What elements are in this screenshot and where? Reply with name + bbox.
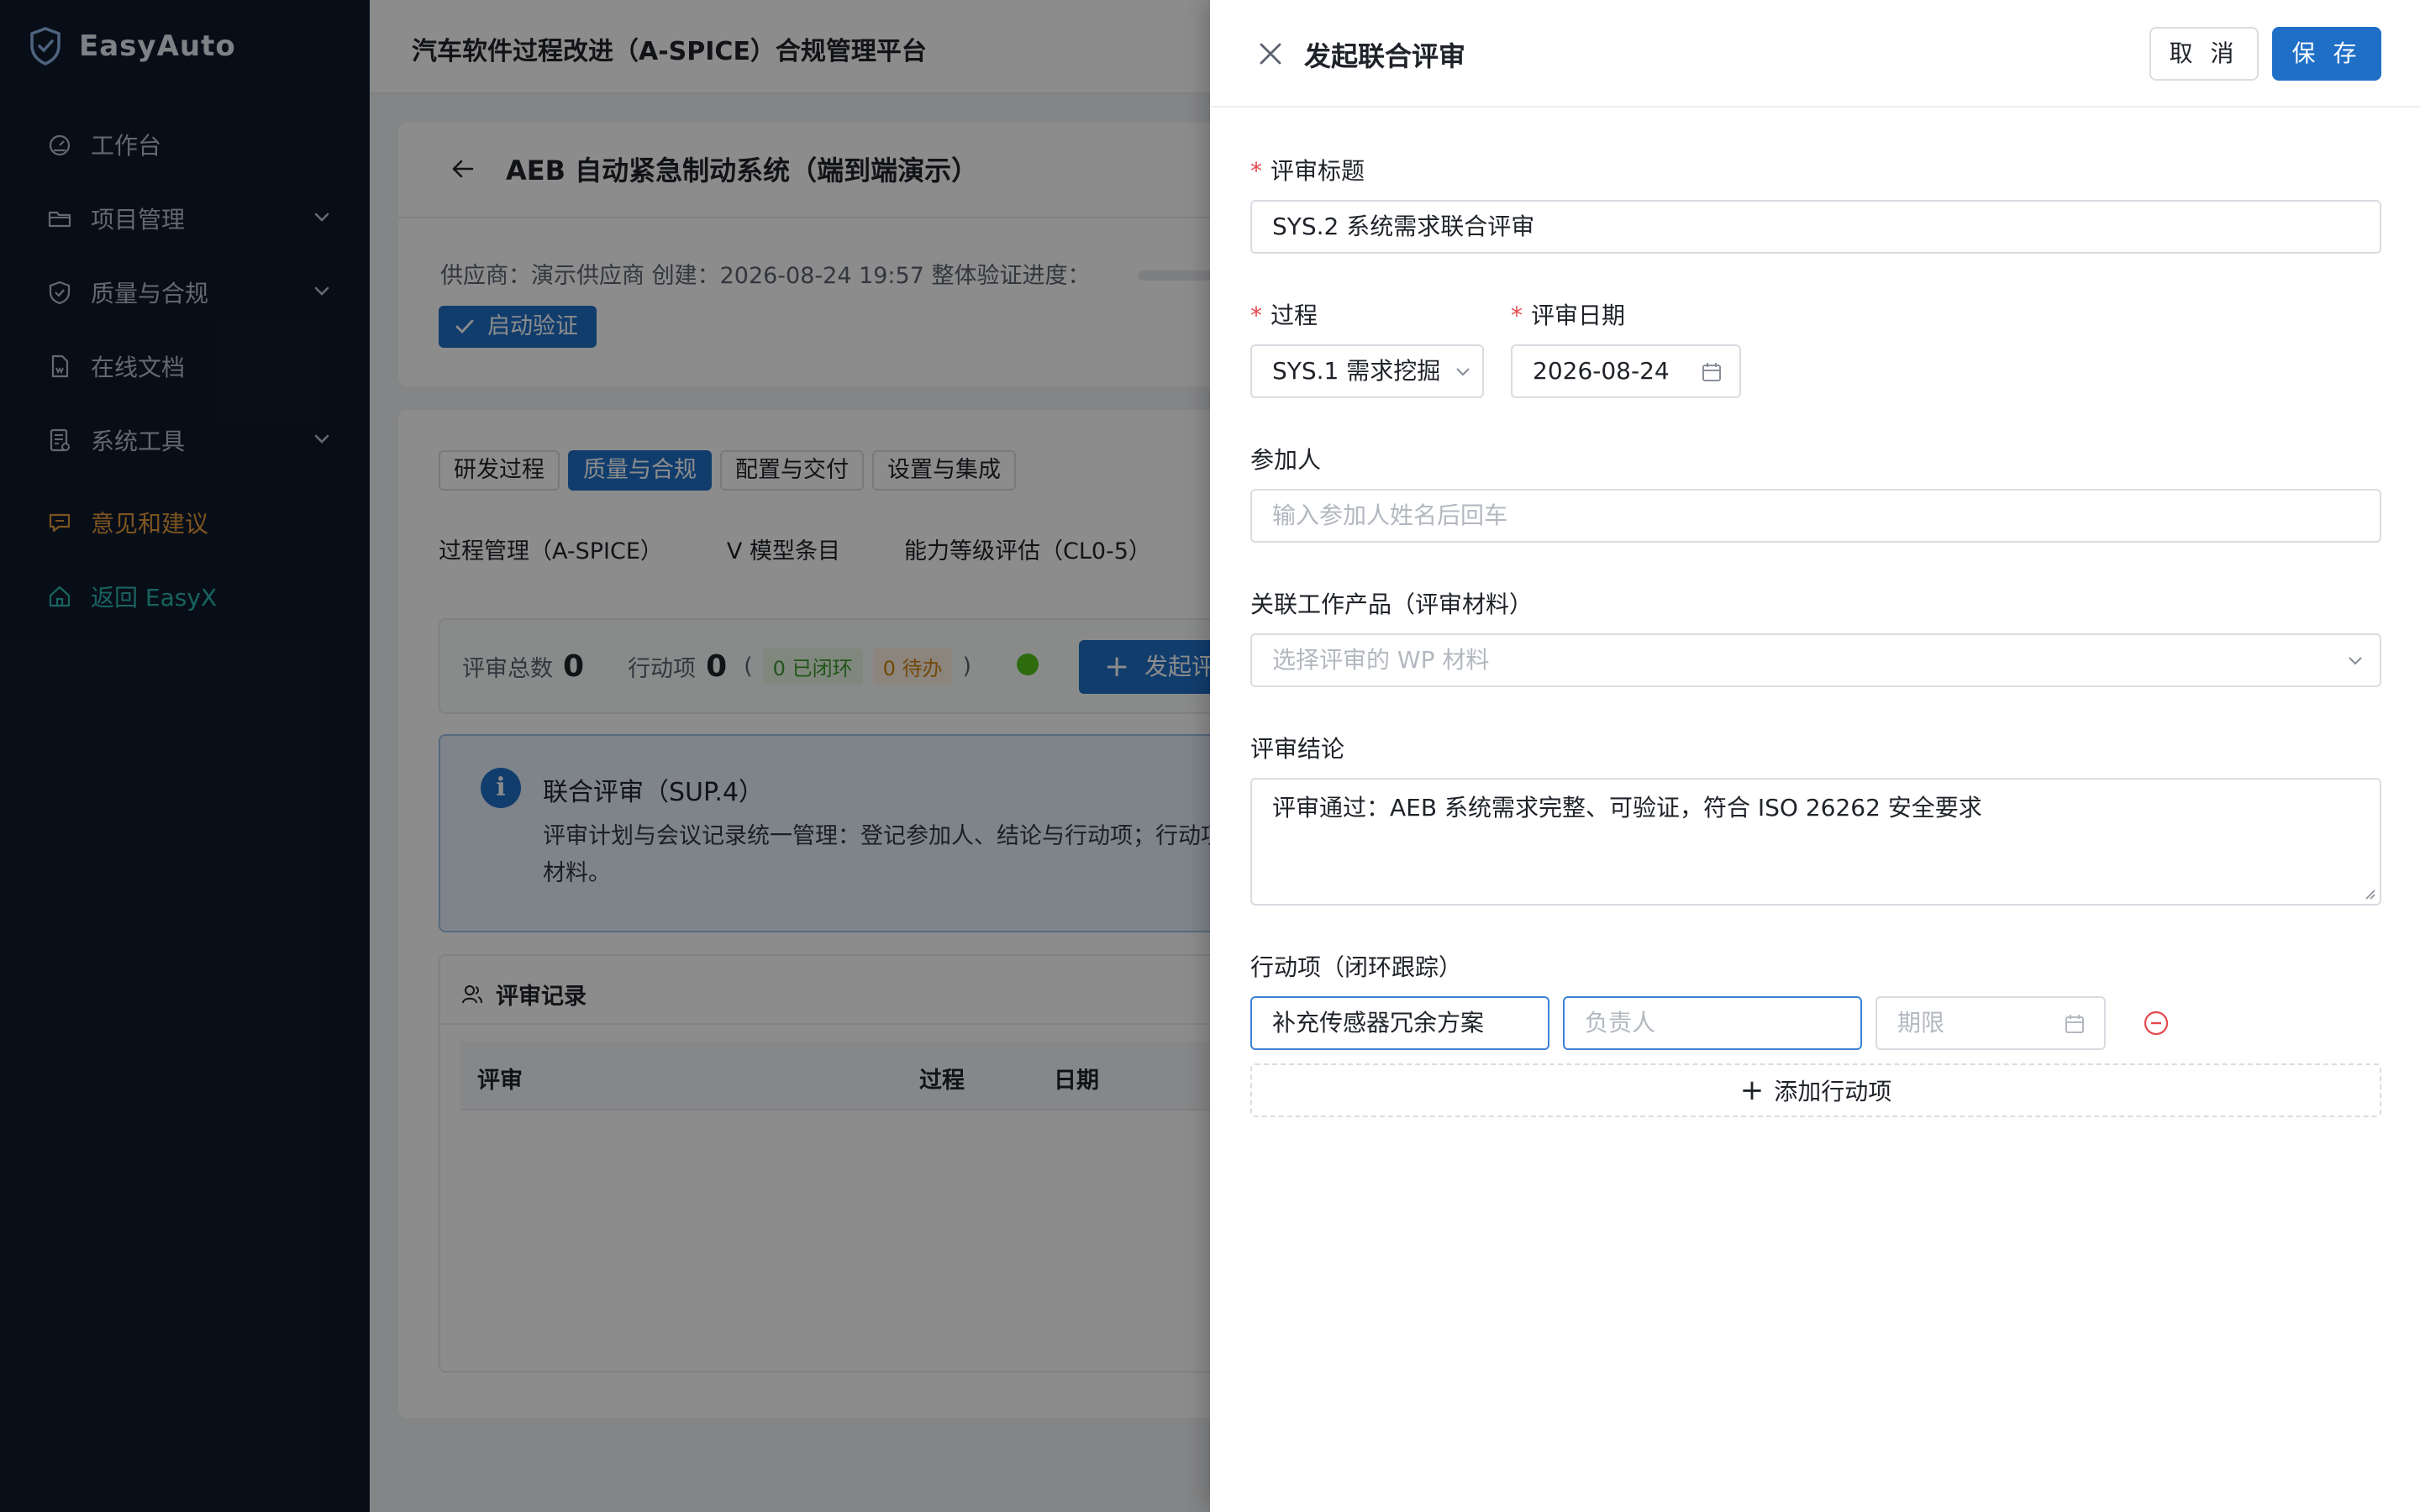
process-select[interactable]: SYS.1 需求挖掘 [1250, 344, 1484, 398]
plus-icon: + [1739, 1074, 1765, 1107]
work-products-label: 关联工作产品（评审材料） [1250, 591, 1534, 618]
add-action-label: 添加行动项 [1774, 1078, 1892, 1105]
work-products-select[interactable]: 选择评审的 WP 材料 [1250, 633, 2381, 687]
participants-label: 参加人 [1250, 446, 1322, 474]
process-label: * 过程 [1250, 297, 1318, 331]
deadline-picker[interactable]: 期限 [1876, 996, 2106, 1050]
conclusion-textarea[interactable]: 评审通过：AEB 系统需求完整、可验证，符合 ISO 26262 安全要求 [1250, 778, 2381, 906]
process-value: SYS.1 需求挖掘 [1272, 357, 1441, 385]
required-mark: * [1250, 157, 1262, 185]
participants-input[interactable]: 输入参加人姓名后回车 [1250, 489, 2381, 543]
process-label-text: 过程 [1270, 302, 1318, 329]
review-title-input[interactable]: SYS.2 系统需求联合评审 [1250, 200, 2381, 254]
review-title-label: * 评审标题 [1250, 153, 1365, 186]
review-drawer: 发起联合评审 取 消 保 存 * 评审标题 SYS.2 系统需求联合评审 * 过程 … [1210, 0, 2420, 1512]
conclusion-value: 评审通过：AEB 系统需求完整、可验证，符合 ISO 26262 安全要求 [1272, 794, 1982, 822]
add-action-button[interactable]: + 添加行动项 [1250, 1063, 2381, 1117]
required-mark: * [1511, 302, 1523, 329]
review-date-label-text: 评审日期 [1531, 302, 1626, 329]
action-items-label: 行动项（闭环跟踪） [1250, 953, 1463, 981]
chevron-down-icon [2349, 657, 2362, 665]
drawer-title: 发起联合评审 [1304, 40, 1466, 72]
review-date-label: * 评审日期 [1511, 297, 1625, 331]
required-mark: * [1250, 302, 1262, 329]
review-date-value: 2026-08-24 [1533, 357, 1670, 385]
owner-input[interactable]: 负责人 [1563, 996, 1862, 1050]
action-item-input[interactable]: 补充传感器冗余方案 [1250, 996, 1549, 1050]
review-title-label-text: 评审标题 [1270, 157, 1365, 185]
remove-action-icon[interactable] [2143, 1010, 2170, 1037]
conclusion-label: 评审结论 [1250, 735, 1345, 763]
drawer-header: 发起联合评审 取 消 保 存 [1210, 0, 2420, 108]
deadline-placeholder: 期限 [1897, 1009, 1945, 1037]
calendar-icon [2065, 1015, 2084, 1033]
work-products-placeholder: 选择评审的 WP 材料 [1272, 646, 1490, 674]
save-button[interactable]: 保 存 [2272, 27, 2381, 81]
close-icon[interactable] [1257, 40, 1284, 67]
chevron-down-icon [1456, 368, 1470, 376]
calendar-icon [1702, 363, 1721, 381]
review-date-picker[interactable]: 2026-08-24 [1511, 344, 1741, 398]
cancel-button[interactable]: 取 消 [2149, 27, 2259, 81]
resize-handle-icon[interactable] [2361, 885, 2376, 900]
drawer-mask[interactable] [0, 0, 1210, 1512]
